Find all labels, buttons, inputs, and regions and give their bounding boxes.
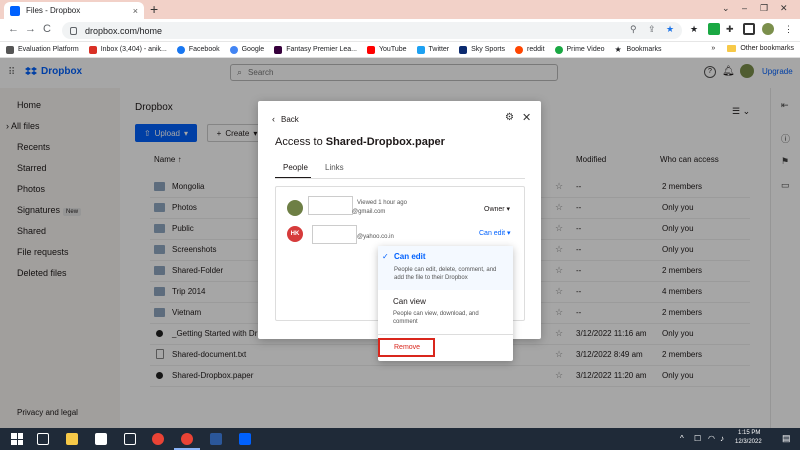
tab-links[interactable]: Links (325, 163, 344, 172)
zoom-icon[interactable]: ⚲ (630, 24, 637, 35)
google-icon (229, 45, 238, 54)
puzzle-icon[interactable]: ✚ (726, 24, 734, 35)
bookmark-item[interactable]: Sky Sports (459, 45, 505, 54)
browser-tab-strip: Files - Dropbox × + ⌄ – ❐ ✕ (0, 0, 800, 19)
word-icon[interactable] (210, 433, 222, 445)
last-viewed-text: Viewed 1 hour ago (357, 200, 407, 206)
bookmark-item[interactable]: Twitter (416, 45, 449, 54)
browser-tab[interactable]: Files - Dropbox × (4, 2, 144, 19)
profile-avatar[interactable] (762, 23, 774, 35)
clock-time[interactable]: 1:15 PM (738, 430, 760, 436)
tray-chevron-icon[interactable]: ^ (680, 434, 684, 443)
premier-league-icon (274, 45, 283, 54)
tab-people[interactable]: People (283, 163, 308, 172)
minimize-icon[interactable]: – (742, 3, 747, 13)
file-explorer-icon[interactable] (66, 433, 78, 445)
sky-sports-icon (459, 45, 468, 54)
chevron-left-icon: ‹ (272, 114, 275, 124)
dialog-title: Access to Shared-Dropbox.paper (275, 136, 445, 148)
windows-start-icon[interactable] (11, 433, 23, 445)
bookmark-item[interactable]: Inbox (3,404) - anik... (88, 45, 167, 54)
youtube-icon (367, 45, 375, 54)
extension-icon[interactable] (708, 23, 720, 35)
facebook-icon (176, 45, 185, 54)
address-bar[interactable]: dropbox.com/home (62, 22, 682, 39)
bookmark-item[interactable]: YouTube (367, 45, 407, 54)
bookmark-item[interactable]: Facebook (176, 45, 220, 54)
clock-date[interactable]: 12/3/2022 (735, 439, 762, 445)
chrome-icon[interactable] (152, 433, 164, 445)
redacted-member-name (312, 225, 357, 244)
close-tab-icon[interactable]: × (133, 6, 138, 16)
mail-icon[interactable] (124, 433, 136, 445)
new-tab-button[interactable]: + (150, 1, 158, 17)
tab-divider (275, 178, 525, 179)
checkmark-icon: ✓ (382, 252, 389, 261)
member-role-dropdown[interactable]: Can edit ▾ (479, 229, 511, 237)
folder-icon (727, 45, 737, 52)
member-email: @gmail.com (352, 209, 386, 215)
forward-arrow-icon[interactable]: → (25, 23, 36, 35)
dropbox-favicon (10, 5, 20, 16)
back-arrow-icon[interactable]: ← (8, 23, 19, 35)
other-bookmarks[interactable]: » Other bookmarks (711, 45, 794, 52)
reddit-icon (515, 45, 523, 54)
bookmarks-bar: Evaluation Platform Inbox (3,404) - anik… (0, 42, 800, 58)
prime-video-icon (554, 45, 563, 54)
back-button[interactable]: ‹ Back (272, 114, 299, 124)
tab-title: Files - Dropbox (26, 6, 81, 15)
role-menu: ✓ Can edit People can edit, delete, comm… (378, 246, 513, 361)
bookmark-item[interactable]: reddit (515, 45, 545, 54)
reload-icon[interactable]: C (43, 23, 51, 35)
restore-icon[interactable]: ❐ (760, 3, 768, 14)
window-close-icon[interactable]: ✕ (780, 3, 788, 14)
share-icon[interactable]: ⇪ (648, 24, 656, 35)
extension-star-icon[interactable]: ★ (690, 24, 698, 35)
gmail-icon (88, 45, 97, 54)
bookmark-item[interactable]: Google (229, 45, 264, 54)
task-view-icon[interactable] (37, 433, 49, 445)
bookmark-item[interactable]: Prime Video (554, 45, 605, 54)
chrome-active-icon[interactable] (181, 433, 193, 445)
menu-divider (378, 334, 513, 335)
network-icon[interactable]: ☐ (694, 434, 701, 443)
wifi-icon[interactable]: ◠ (708, 434, 715, 443)
redacted-member-name (308, 196, 353, 215)
bookmark-icon (6, 45, 14, 54)
member-email: @yahoo.co.in (357, 234, 394, 240)
chevron-down-icon[interactable]: ⌄ (722, 3, 730, 14)
member-avatar: HK (287, 226, 303, 242)
bookmark-item[interactable]: Evaluation Platform (6, 45, 79, 54)
dropbox-taskbar-icon[interactable] (239, 433, 251, 445)
can-edit-description: People can edit, delete, comment, and ad… (394, 267, 497, 281)
bookmark-item[interactable]: ★ Bookmarks (614, 44, 662, 54)
store-icon[interactable] (95, 433, 107, 445)
bookmark-star-icon[interactable]: ★ (666, 24, 674, 35)
more-bookmarks-icon[interactable]: » (711, 45, 715, 52)
can-view-description: People can view, download, and comment (393, 311, 479, 325)
volume-icon[interactable]: ♪ (720, 434, 724, 443)
star-icon: ★ (614, 44, 623, 54)
gear-icon[interactable]: ⚙ (505, 112, 514, 123)
member-avatar (287, 200, 303, 216)
browser-toolbar: ← → C dropbox.com/home ⚲ ⇪ ★ ★ ✚ ⋮ (0, 19, 800, 42)
menu-item-remove[interactable]: Remove (378, 338, 435, 357)
twitter-icon (416, 45, 425, 54)
notifications-icon[interactable]: ▤ (782, 433, 791, 444)
member-role-dropdown[interactable]: Owner ▾ (484, 205, 510, 213)
windows-taskbar: ^ ☐ ◠ ♪ 1:15 PM 12/3/2022 ▤ (0, 428, 800, 450)
url-text: dropbox.com/home (85, 25, 163, 36)
bookmark-item[interactable]: Fantasy Premier Lea... (274, 45, 357, 54)
lock-icon (70, 26, 77, 35)
menu-item-can-edit[interactable]: ✓ Can edit People can edit, delete, comm… (378, 246, 513, 290)
sidepanel-icon[interactable] (743, 23, 755, 35)
close-icon[interactable]: ✕ (522, 111, 531, 124)
menu-dots-icon[interactable]: ⋮ (784, 24, 793, 35)
